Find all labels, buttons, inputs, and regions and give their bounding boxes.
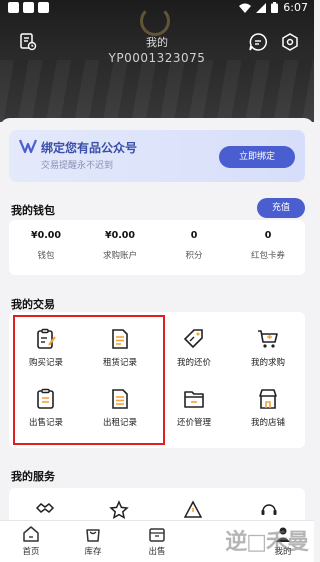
- nav-inventory[interactable]: 库存: [62, 525, 124, 557]
- counteroffer-management-tile[interactable]: 还价管理: [157, 388, 231, 444]
- service-icon[interactable]: [35, 500, 55, 520]
- nav-label: 库存: [84, 547, 102, 557]
- wallet-card: ¥0.00 钱包 ¥0.00 求购账户 0 积分 0 红包卡券: [9, 220, 305, 275]
- services-section-title: 我的服务: [11, 470, 55, 483]
- notification-icon: [23, 2, 34, 13]
- price-tag-icon: [183, 329, 203, 349]
- records-settings-icon[interactable]: [18, 32, 38, 52]
- bind-now-button[interactable]: 立即绑定: [219, 146, 295, 168]
- settings-icon[interactable]: [280, 32, 300, 52]
- nav-home[interactable]: 首页: [0, 525, 62, 557]
- wallet-stat-coupons[interactable]: 0 红包卡券: [231, 230, 305, 261]
- signal-icon: [256, 2, 267, 13]
- home-icon: [23, 526, 39, 542]
- battery-icon: [271, 2, 279, 13]
- banner-title: 绑定您有品公众号: [41, 141, 138, 155]
- notification-icon: [8, 2, 19, 13]
- warning-icon[interactable]: [183, 500, 203, 520]
- star-icon[interactable]: [109, 500, 129, 520]
- tile-label: 我的店铺: [250, 418, 285, 428]
- my-counteroffer-tile[interactable]: 我的还价: [157, 328, 231, 384]
- avatar[interactable]: [140, 6, 170, 36]
- wallet-stat-purchase-account[interactable]: ¥0.00 求购账户: [83, 230, 157, 261]
- annotation-highlight-box: [13, 315, 165, 445]
- wallet-stat-points[interactable]: 0 积分: [157, 230, 231, 261]
- wallet-section-title: 我的钱包: [11, 204, 55, 217]
- profile-content: 绑定您有品公众号 交易提醒永不迟到 立即绑定 我的钱包 充值 ¥0.00 钱包 …: [0, 118, 314, 562]
- wechat-bind-banner[interactable]: 绑定您有品公众号 交易提醒永不迟到 立即绑定: [9, 130, 305, 182]
- notification-icon: [38, 2, 49, 13]
- tile-label: 我的求购: [250, 358, 285, 368]
- watermark: 逆□禾曼: [225, 530, 309, 555]
- inventory-icon: [86, 529, 100, 542]
- tile-label: 我的还价: [176, 358, 211, 368]
- wifi-icon: [239, 3, 252, 13]
- stat-value: ¥0.00: [30, 230, 62, 241]
- stat-value: 0: [264, 230, 272, 241]
- stat-label: 求购账户: [102, 251, 137, 261]
- banner-subtitle: 交易提醒永不迟到: [41, 161, 114, 171]
- user-id: YP0001323075: [108, 51, 206, 65]
- customer-service-icon[interactable]: [259, 500, 279, 520]
- cart-icon: [258, 330, 278, 348]
- message-icon[interactable]: [248, 32, 268, 52]
- wallet-stat-balance[interactable]: ¥0.00 钱包: [9, 230, 83, 261]
- my-purchase-request-tile[interactable]: 我的求购: [231, 328, 305, 384]
- tile-label: 还价管理: [176, 418, 211, 428]
- nav-sell[interactable]: 出售: [126, 525, 188, 557]
- brand-logo-icon: [19, 139, 37, 154]
- sell-icon: [149, 528, 165, 542]
- stat-label: 钱包: [37, 251, 55, 261]
- shop-icon: [259, 389, 277, 409]
- stat-value: ¥0.00: [104, 230, 136, 241]
- status-time: 6:07: [283, 1, 308, 14]
- nav-label: 首页: [22, 547, 40, 557]
- stat-value: 0: [190, 230, 198, 241]
- folder-icon: [184, 391, 204, 408]
- my-shop-tile[interactable]: 我的店铺: [231, 388, 305, 444]
- trade-section-title: 我的交易: [11, 298, 55, 311]
- nav-label: 出售: [148, 547, 166, 557]
- stat-label: 积分: [185, 251, 203, 261]
- stat-label: 红包卡券: [250, 251, 285, 261]
- profile-header: 6:07 我的 YP0001323075: [0, 0, 314, 122]
- recharge-button[interactable]: 充值: [257, 198, 305, 218]
